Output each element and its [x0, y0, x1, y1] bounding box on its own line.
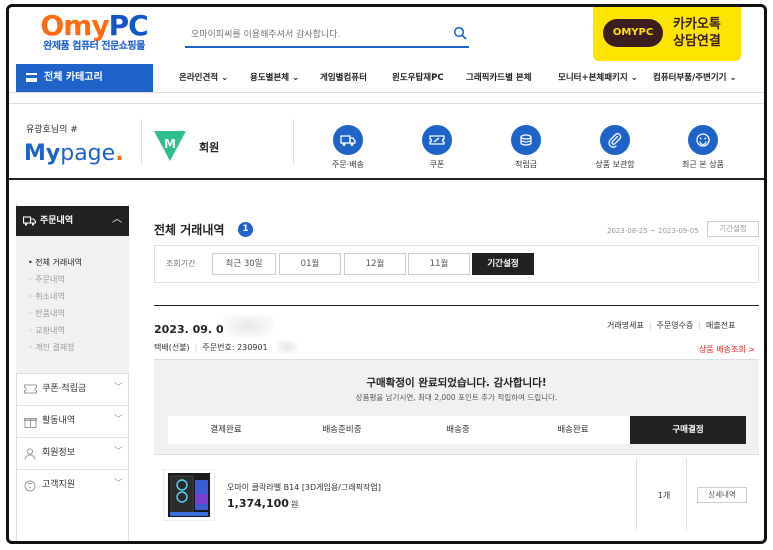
status-submessage: 상품평을 남기시면, 최대 2,000 포인트 추가 적립하여 드립니다. [355, 393, 558, 402]
page-title: 전체 거래내역 [154, 223, 225, 237]
divider [686, 458, 687, 531]
support-chat-icon [24, 480, 36, 495]
kakao-badge: OMYPC [603, 19, 663, 47]
chevron-down-icon: ﹀ [113, 415, 123, 425]
step-payment-complete: 결제완료 [210, 425, 242, 435]
sidebar-item-returns[interactable]: ◦ 반품내역 [28, 309, 65, 319]
member-grade-label: 회원 [199, 141, 220, 154]
nav-item-online-quote[interactable]: 온라인견적 ⌄ [179, 72, 228, 84]
sidebar-section-member-info[interactable]: 회원정보 ﹀ [16, 437, 129, 469]
sidebar-item-cancellations[interactable]: ◦ 취소내역 [28, 292, 65, 302]
quick-points[interactable]: 적립금 [486, 160, 566, 170]
logo-text-pc: PC [108, 9, 149, 42]
chevron-down-icon: ﹀ [113, 383, 123, 393]
transaction-count-badge: 1 [238, 222, 253, 237]
date-range-text: 2023-08-25 ~ 2023-09-05 [607, 227, 699, 235]
sidebar-item-personal-payment[interactable]: ◦ 개인 결제창 [28, 343, 75, 353]
truck-icon [22, 216, 37, 229]
nav-item-monitor-package[interactable]: 모니터+본체패키지 ⌄ [558, 72, 638, 84]
quick-wishlist[interactable]: 상품 보관함 [575, 160, 655, 170]
period-setting-button[interactable]: 기간설정 [707, 221, 759, 237]
all-category-label: 전체 카테고리 [44, 72, 103, 83]
sales-slip-link[interactable]: 매출전표 [706, 321, 735, 330]
sidebar-item-exchanges[interactable]: ◦ 교환내역 [28, 326, 65, 336]
points-icon[interactable] [511, 125, 541, 155]
redacted-area [277, 340, 297, 354]
step-preparing: 배송준비중 [322, 425, 362, 435]
nav-item-by-purpose[interactable]: 용도별본체 ⌄ [250, 72, 299, 84]
filter-custom-period[interactable]: 기간설정 [472, 253, 534, 275]
period-filter-label: 조회기간 [166, 259, 196, 268]
filter-month-01[interactable]: 01월 [279, 253, 341, 275]
sidebar-section-orders[interactable]: 주문내역 ︿ [16, 206, 129, 236]
coupon-icon [24, 384, 37, 397]
hamburger-icon [26, 73, 37, 82]
sidebar-section-coupon-points[interactable]: 쿠폰·적립금 ﹀ [16, 373, 129, 405]
order-detail-button[interactable]: 상세내역 [697, 487, 747, 503]
search-bar [185, 25, 469, 48]
logo-tagline: 완제품 컴퓨터 전문쇼핑몰 [43, 41, 145, 52]
person-icon [24, 448, 36, 463]
quick-order-shipping[interactable]: 주문·배송 [308, 160, 388, 170]
filter-month-12[interactable]: 12월 [344, 253, 406, 275]
wishlist-clip-icon[interactable] [600, 125, 630, 155]
order-date: 2023. 09. 01 [154, 323, 232, 336]
shipping-info: 택배(선불) | 주문번호: 230901 [154, 343, 268, 352]
all-category-button[interactable]: 전체 카테고리 [16, 64, 153, 92]
sidebar-item-orders[interactable]: ◦ 주문내역 [28, 275, 65, 285]
product-thumbnail[interactable] [163, 469, 215, 521]
filter-month-11[interactable]: 11월 [408, 253, 470, 275]
step-shipping: 배송중 [446, 425, 470, 435]
mypage-title: Mypage. [24, 141, 124, 166]
quick-recent-view[interactable]: 최근 본 상품 [663, 160, 743, 170]
redacted-area [223, 315, 273, 337]
product-quantity: 1개 [657, 491, 671, 500]
divider [293, 119, 294, 165]
member-grade-letter: M [164, 137, 176, 151]
delivery-tracking-link[interactable]: 상품 배송조회 > [699, 345, 755, 355]
recent-view-icon[interactable] [688, 125, 718, 155]
divider [636, 458, 637, 531]
order-divider [154, 305, 759, 306]
search-input[interactable] [185, 25, 435, 45]
nav-item-by-game[interactable]: 게임별컴퓨터 [320, 72, 367, 84]
nav-item-by-gpu[interactable]: 그래픽카드별 본체 [466, 72, 532, 84]
filter-recent-30days[interactable]: 최근 30일 [212, 253, 276, 275]
shipping-type: 택배(선불) [154, 343, 190, 352]
search-icon[interactable] [453, 26, 467, 43]
order-shipping-icon[interactable] [333, 125, 363, 155]
coupon-icon[interactable] [422, 125, 452, 155]
receipt-link[interactable]: 주문영수증 [657, 321, 694, 330]
user-greeting: 유광호님의 # [26, 125, 78, 135]
sidebar-item-all-transactions[interactable]: • 전체 거래내역 [28, 258, 82, 268]
kakao-consult-banner[interactable]: OMYPC 카카오톡 상담연결 [593, 7, 741, 61]
order-number-label: 주문번호: [202, 343, 235, 352]
quick-coupon[interactable]: 쿠폰 [397, 160, 477, 170]
chevron-up-icon: ︿ [112, 214, 122, 225]
nav-item-windows-pc[interactable]: 윈도우탑재PC [392, 72, 444, 84]
sidebar-section-orders-label: 주문내역 [40, 216, 74, 226]
chevron-down-icon: ﹀ [113, 447, 123, 457]
kakao-line1: 카카오톡 [673, 17, 721, 32]
statement-link[interactable]: 거래명세표 [607, 321, 644, 330]
member-grade-icon: M [152, 129, 188, 163]
order-number: 230901 [237, 343, 268, 352]
status-message: 구매확정이 완료되었습니다. 감사합니다! [366, 377, 547, 389]
chevron-down-icon: ﹀ [113, 479, 123, 489]
site-logo[interactable]: OmyPC 완제품 컴퓨터 전문쇼핑몰 [29, 11, 159, 59]
sidebar-section-activity[interactable]: 활동내역 ﹀ [16, 405, 129, 437]
product-name[interactable]: 오마이 클락라벨 B14 [3D게임용/그래픽작업] [227, 483, 381, 493]
step-delivered: 배송완료 [557, 425, 589, 435]
nav-item-parts[interactable]: 컴퓨터부품/주변기기 ⌄ [653, 72, 737, 84]
divider [141, 119, 142, 165]
logo-text-omy: Omy [40, 9, 109, 42]
step-purchase-confirmed: 구매결정 [630, 416, 746, 444]
order-documents: 거래명세표 | 주문영수증 | 매출전표 [607, 321, 736, 330]
kakao-line2: 상담연결 [673, 34, 721, 49]
gift-icon [24, 416, 37, 431]
sidebar-section-support[interactable]: 고객지원 ﹀ [16, 469, 129, 501]
product-price: 1,374,100 원 [227, 497, 299, 510]
